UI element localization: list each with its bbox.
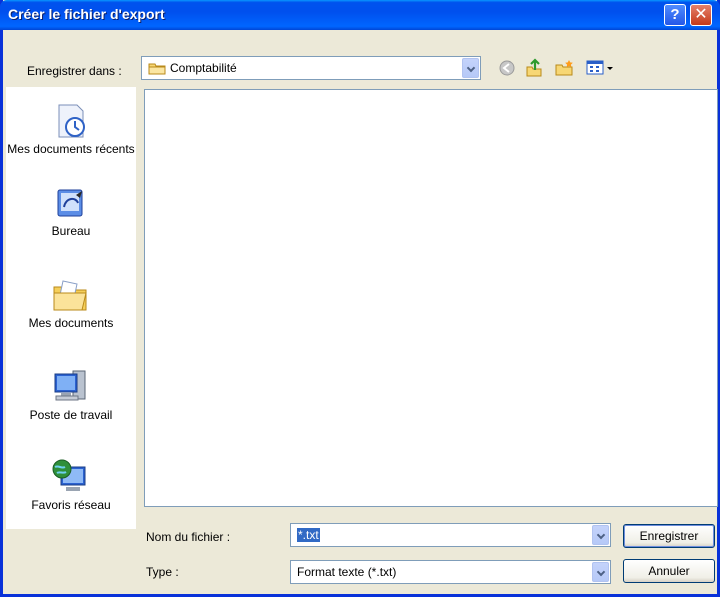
recent-documents-icon [58,104,85,138]
folder-icon [148,63,166,75]
chevron-down-icon[interactable] [592,562,609,582]
filetype-value: Format texte (*.txt) [297,565,397,579]
lookin-value: Comptabilité [170,61,237,75]
view-menu-icon[interactable] [586,59,616,77]
desktop-icon [57,189,83,217]
my-computer-icon [54,370,86,401]
lookin-dropdown[interactable]: Comptabilité [141,56,481,80]
filename-field[interactable]: *.txt [290,523,611,547]
help-button[interactable]: ? [664,4,686,26]
network-places-icon [52,459,86,491]
lookin-label: Enregistrer dans : [27,64,122,78]
new-folder-icon[interactable] [554,58,576,78]
filename-value: *.txt [297,528,320,542]
cancel-button[interactable]: Annuler [623,559,715,583]
place-desktop[interactable]: Bureau [6,187,136,239]
place-network[interactable]: Favoris réseau [6,457,136,513]
filetype-label: Type : [146,565,179,579]
chevron-down-icon[interactable] [592,525,609,545]
filename-label: Nom du fichier : [146,530,231,544]
my-documents-icon [53,280,87,311]
close-button[interactable]: ✕ [690,4,712,26]
filetype-dropdown[interactable]: Format texte (*.txt) [290,560,611,584]
place-label: Poste de travail [29,408,113,422]
place-recent-documents[interactable]: Mes documents récents [6,103,136,157]
window-title: Créer le fichier d'export [8,6,165,22]
save-dialog: Créer le fichier d'export ? ✕ Enregistre… [0,0,720,597]
up-folder-icon[interactable] [524,58,544,78]
back-icon[interactable] [499,60,515,76]
place-label: Mes documents récents [7,142,135,156]
place-label: Favoris réseau [31,498,111,512]
place-label: Mes documents [28,316,114,330]
place-my-documents[interactable]: Mes documents [6,277,136,331]
save-button[interactable]: Enregistrer [623,524,715,548]
chevron-down-icon[interactable] [462,58,479,78]
title-bar: Créer le fichier d'export ? ✕ [0,0,720,30]
place-my-computer[interactable]: Poste de travail [6,367,136,423]
file-list[interactable] [144,89,718,507]
places-bar: Mes documents récents Bureau Mes documen… [6,87,136,529]
place-label: Bureau [51,224,91,238]
